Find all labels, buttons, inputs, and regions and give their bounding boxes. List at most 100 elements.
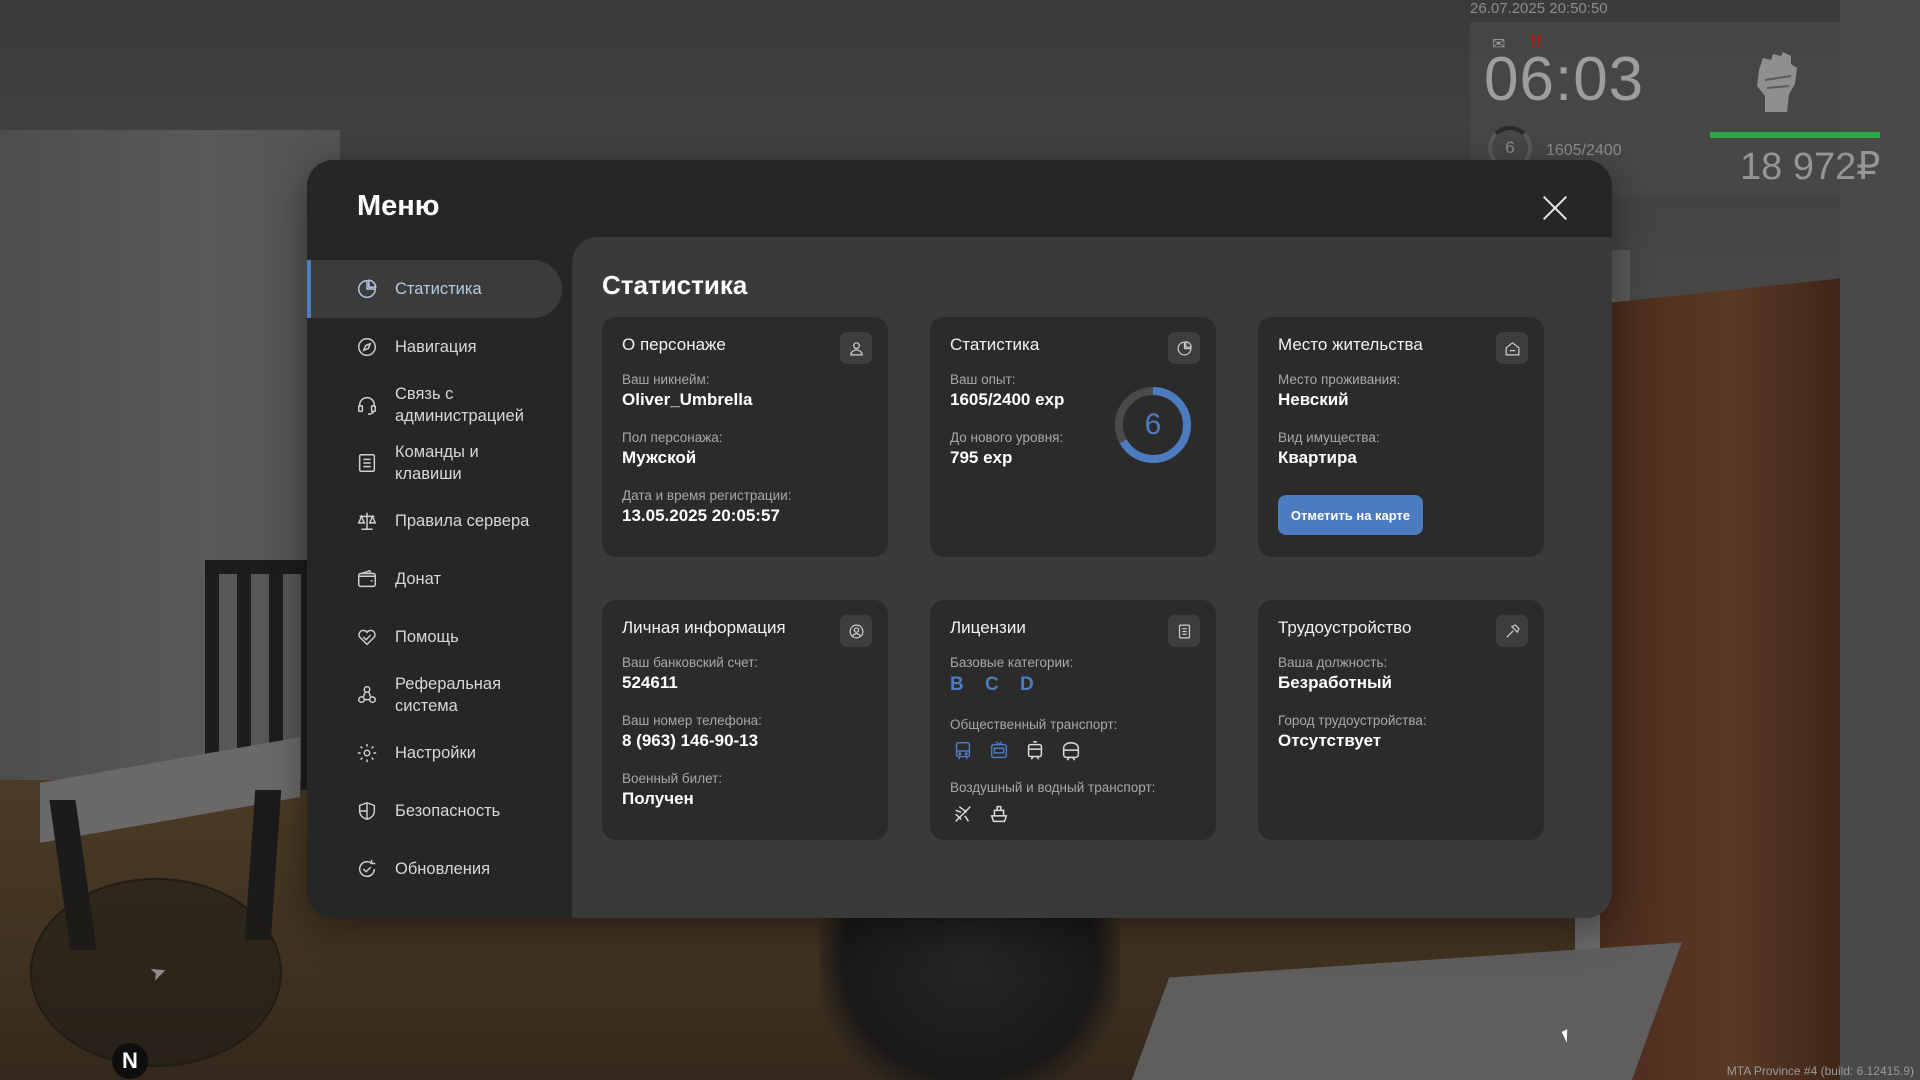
pie-chart-icon xyxy=(355,277,379,301)
sidebar-item-label: Статистика xyxy=(395,280,482,298)
mark-on-map-button[interactable]: Отметить на карте xyxy=(1278,495,1423,535)
sidebar-item-statistics[interactable]: Статистика xyxy=(307,260,562,318)
field-label: Воздушный и водный транспорт: xyxy=(950,780,1156,795)
compass-icon xyxy=(355,335,379,359)
sidebar-item-label: Безопасность xyxy=(395,802,501,820)
hud-money: 18 972₽ xyxy=(1740,146,1881,188)
card-title: О персонаже xyxy=(622,335,726,354)
registration-value: 13.05.2025 20:05:57 xyxy=(622,506,780,525)
id-card-icon xyxy=(1168,615,1200,647)
sidebar-item-commands[interactable]: Команды и клавиши xyxy=(307,434,572,492)
sidebar-item-label: Навигация xyxy=(395,338,477,356)
headset-icon xyxy=(355,393,379,417)
sidebar-item-label: Донат xyxy=(395,570,442,588)
next-level-value: 795 exp xyxy=(950,448,1013,467)
pie-chart-icon xyxy=(1168,332,1200,364)
build-info: MTA Province #4 (build: 6.12415.9) xyxy=(1726,1064,1914,1078)
sidebar-item-security[interactable]: Безопасность xyxy=(307,782,572,840)
hud-exp: 1605/2400 xyxy=(1546,142,1622,159)
field-label: Военный билет: xyxy=(622,771,723,786)
public-transport-field: Общественный транспорт: xyxy=(950,717,1117,764)
sidebar-item-label: Правила сервера xyxy=(395,512,530,530)
player-marker-icon: ➤ xyxy=(146,959,171,987)
sidebar-item-settings[interactable]: Настройки xyxy=(307,724,572,782)
hammer-icon xyxy=(1496,615,1528,647)
property-type-value: Квартира xyxy=(1278,448,1357,467)
refresh-check-icon xyxy=(355,857,379,881)
minimap: ➤ xyxy=(30,878,282,1067)
hud-clock: 06:03 xyxy=(1484,45,1645,114)
card-title: Трудоустройство xyxy=(1278,618,1412,637)
sidebar-item-donate[interactable]: Донат xyxy=(307,550,572,608)
registration-field: Дата и время регистрации: 13.05.2025 20:… xyxy=(622,488,791,526)
military-id-field: Военный билет: Получен xyxy=(622,771,722,809)
sidebar-item-label: Реферальная система xyxy=(395,675,502,715)
house-icon xyxy=(1496,332,1528,364)
phone-field: Ваш номер телефона: 8 (963) 146-90-13 xyxy=(622,713,762,751)
level-number: 6 xyxy=(1144,408,1162,441)
user-icon xyxy=(840,332,872,364)
field-label: Ваш опыт: xyxy=(950,372,1016,387)
sidebar-item-admin-contact[interactable]: Связь с администрацией xyxy=(307,376,572,434)
field-label: Ваша должность: xyxy=(1278,655,1388,670)
field-label: Ваш номер телефона: xyxy=(622,713,762,728)
gender-value: Мужской xyxy=(622,448,697,467)
gender-field: Пол персонажа: Мужской xyxy=(622,430,723,468)
plane-icon xyxy=(950,801,976,827)
card-character: О персонаже Ваш никнейм: Oliver_Umbrella… xyxy=(602,317,888,557)
card-statistics: Статистика Ваш опыт: 1605/2400 exp До но… xyxy=(930,317,1216,557)
sidebar-item-navigation[interactable]: Навигация xyxy=(307,318,572,376)
nickname-value: Oliver_Umbrella xyxy=(622,390,753,409)
job-city-field: Город трудоустройства: Отсутствует xyxy=(1278,713,1427,751)
exp-value: 1605/2400 exp xyxy=(950,390,1065,409)
job-position-value: Безработный xyxy=(1278,673,1392,692)
hud-datetime: 26.07.2025 20:50:50 xyxy=(1470,0,1608,17)
field-label: Место проживания: xyxy=(1278,372,1401,387)
field-label: Ваш банковский счет: xyxy=(622,655,759,670)
sidebar-item-updates[interactable]: Обновления xyxy=(307,840,572,898)
sidebar-item-label: Помощь xyxy=(395,628,459,646)
base-categories-field: Базовые категории: B C D xyxy=(950,655,1073,696)
job-city-value: Отсутствует xyxy=(1278,731,1382,750)
user-circle-icon xyxy=(840,615,872,647)
gear-icon xyxy=(355,741,379,765)
field-label: Общественный транспорт: xyxy=(950,717,1118,732)
sidebar-item-label: Связь с администрацией xyxy=(395,385,524,425)
tram-icon xyxy=(1022,738,1048,764)
list-icon xyxy=(355,451,379,475)
sidebar-item-label: Команды и клавиши xyxy=(395,443,479,483)
bank-account-field: Ваш банковский счет: 524611 xyxy=(622,655,758,693)
menu-window: Меню Статистика Навигация Связь с админи… xyxy=(307,160,1612,918)
residence-place-field: Место проживания: Невский xyxy=(1278,372,1400,410)
card-licenses: Лицензии Базовые категории: B C D Общест… xyxy=(930,600,1216,840)
menu-title: Меню xyxy=(357,190,440,222)
referral-icon xyxy=(355,683,379,707)
card-title: Статистика xyxy=(950,335,1040,354)
next-level-field: До нового уровня: 795 exp xyxy=(950,430,1063,468)
card-title: Лицензии xyxy=(950,618,1026,637)
sidebar-item-referral[interactable]: Реферальная система xyxy=(307,666,572,724)
scales-icon xyxy=(355,509,379,533)
sidebar: Статистика Навигация Связь с администрац… xyxy=(307,260,572,898)
sidebar-item-help[interactable]: Помощь xyxy=(307,608,572,666)
field-label: Ваш никнейм: xyxy=(622,372,710,387)
field-label: Вид имущества: xyxy=(1278,430,1380,445)
military-id-value: Получен xyxy=(622,789,694,808)
exp-field: Ваш опыт: 1605/2400 exp xyxy=(950,372,1064,410)
bank-account-value: 524611 xyxy=(622,673,678,692)
trolleybus-icon xyxy=(986,738,1012,764)
job-position-field: Ваша должность: Безработный xyxy=(1278,655,1392,693)
field-label: Базовые категории: xyxy=(950,655,1074,670)
field-label: До нового уровня: xyxy=(950,430,1064,445)
field-label: Дата и время регистрации: xyxy=(622,488,792,503)
content-area: Статистика О персонаже Ваш никнейм: Oliv… xyxy=(572,237,1612,918)
sidebar-item-rules[interactable]: Правила сервера xyxy=(307,492,572,550)
content-title: Статистика xyxy=(602,270,748,300)
close-button[interactable] xyxy=(1537,190,1573,226)
card-personal-info: Личная информация Ваш банковский счет: 5… xyxy=(602,600,888,840)
bus-icon xyxy=(950,738,976,764)
wallet-icon xyxy=(355,567,379,591)
license-categories: B C D xyxy=(950,674,1042,695)
fist-weapon-icon xyxy=(1757,52,1797,112)
heart-handshake-icon xyxy=(355,625,379,649)
